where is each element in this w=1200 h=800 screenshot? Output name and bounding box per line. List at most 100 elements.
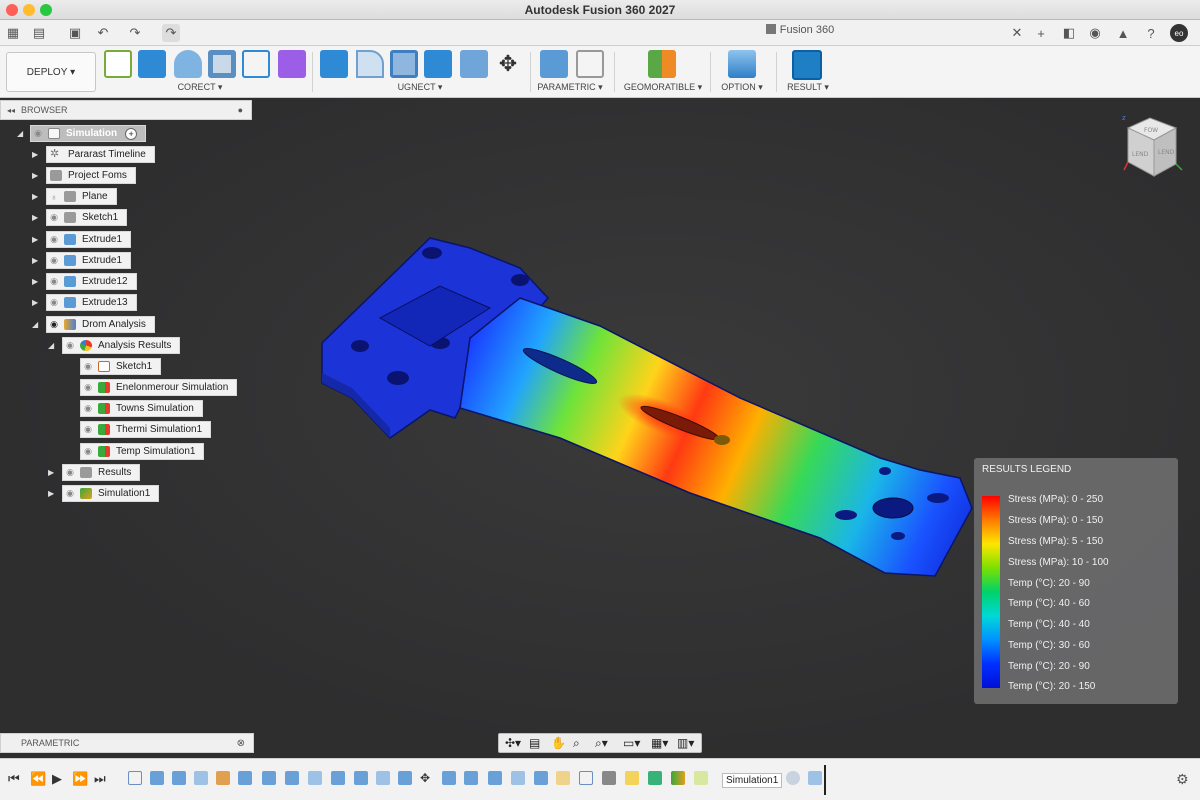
tree-item-extrude12[interactable]: ◉ Extrude12 (46, 273, 137, 290)
timeline-fillet-icon[interactable] (556, 771, 570, 785)
timeline-plane-icon[interactable] (534, 771, 548, 785)
rectangle-pattern-icon[interactable] (242, 50, 270, 78)
timeline-marker[interactable] (824, 765, 826, 795)
tree-item-analysis-sketch1[interactable]: ◉ Sketch1 (80, 358, 162, 375)
visibility-eye-icon[interactable]: ◉ (63, 488, 77, 499)
tree-item-drom-analysis[interactable]: ◉ Drom Analysis (46, 316, 155, 333)
parametric-joint-icon[interactable] (576, 50, 604, 78)
job-status-icon[interactable]: ◉ (1086, 24, 1104, 42)
tree-item-project-foms[interactable]: Project Foms (46, 167, 136, 184)
pan-hand-icon[interactable]: ✋ (551, 736, 566, 750)
lightbulb-icon[interactable]: ♁ (47, 192, 61, 202)
visibility-eye-icon[interactable]: ◉ (47, 319, 61, 330)
timeline-move-icon[interactable]: ✥ (420, 771, 434, 785)
visibility-eye-icon[interactable]: ◉ (81, 382, 95, 393)
collapse-arrow-icon[interactable]: ◢ (32, 320, 38, 329)
timeline-fillet-icon[interactable] (216, 771, 230, 785)
revolve-icon[interactable] (174, 50, 202, 78)
timeline-extrude-icon[interactable] (511, 771, 525, 785)
split-body-icon[interactable] (460, 50, 488, 78)
tree-item-extrude13[interactable]: ◉ Extrude13 (46, 294, 137, 311)
timeline-extrude-icon[interactable] (285, 771, 299, 785)
group-label-ugnect[interactable]: UGNECT ▾ (370, 82, 470, 93)
go-to-start-icon[interactable]: ⏮ (8, 771, 20, 787)
timeline-extrude-icon[interactable] (354, 771, 368, 785)
expand-arrow-icon[interactable]: ▶ (32, 150, 38, 159)
group-label-option[interactable]: OPTION ▾ (712, 82, 772, 93)
collapse-browser-icon[interactable]: ◂◂ (7, 106, 15, 115)
option-image-icon[interactable] (728, 50, 756, 78)
timeline-body-icon[interactable] (808, 771, 822, 785)
timeline-sketch-icon[interactable] (128, 771, 142, 785)
tree-item-sketch1[interactable]: ◉ Sketch1 (46, 209, 128, 226)
browser-panel-header[interactable]: ◂◂ BROWSER ● (0, 100, 252, 120)
expand-arrow-icon[interactable]: ▶ (32, 171, 38, 180)
visibility-eye-icon[interactable]: ◉ (81, 361, 95, 372)
save-icon[interactable]: ▣ (66, 24, 84, 42)
orbit-icon[interactable]: ✣▾ (505, 736, 521, 750)
tree-item-plane[interactable]: ♁ Plane (46, 188, 117, 205)
zoom-icon[interactable]: ⌕ (573, 736, 580, 751)
fillet-icon[interactable] (356, 50, 384, 78)
visibility-eye-icon[interactable]: ◉ (81, 424, 95, 435)
shell-icon[interactable] (390, 50, 418, 78)
timeline-split-icon[interactable] (442, 771, 456, 785)
group-label-result[interactable]: RESULT ▾ (778, 82, 838, 93)
profile-avatar[interactable]: eo (1170, 24, 1188, 42)
visibility-eye-icon[interactable]: ◉ (47, 255, 61, 266)
expand-arrow-icon[interactable]: ▶ (32, 213, 38, 222)
timeline-extrude-icon[interactable] (262, 771, 276, 785)
tree-item-temp-simulation1[interactable]: ◉ Temp Simulation1 (80, 443, 205, 460)
tree-item-extrude1[interactable]: ◉ Extrude1 (46, 231, 132, 248)
tree-item-simulation[interactable]: ◉ Simulation + (30, 125, 147, 142)
grid-settings-icon[interactable]: ▦▾ (651, 736, 668, 750)
timeline-extrude-icon[interactable] (238, 771, 252, 785)
timeline-simulation-icon[interactable] (671, 771, 685, 785)
group-label-parametric[interactable]: PARAMETRIC ▾ (530, 82, 610, 93)
visibility-eye-icon[interactable]: ◉ (63, 467, 77, 478)
group-label-corect[interactable]: CORECT ▾ (150, 82, 250, 93)
close-tab-icon[interactable]: ✕ (1008, 24, 1026, 42)
view-cube[interactable]: z FOW LEND LEND (1110, 112, 1190, 184)
redo-icon[interactable]: ↷ (126, 24, 144, 42)
step-back-icon[interactable]: ⏪ (30, 771, 46, 787)
tree-item-towns-simulation[interactable]: ◉ Towns Simulation (80, 400, 203, 417)
timeline-box-icon[interactable] (376, 771, 390, 785)
move-icon[interactable]: ✥ (494, 50, 522, 78)
visibility-eye-icon[interactable]: ◉ (47, 276, 61, 287)
deploy-workspace-dropdown[interactable]: DEPLOY ▾ (6, 52, 96, 92)
timeline-mesh-icon[interactable] (602, 771, 616, 785)
press-pull-icon[interactable] (320, 50, 348, 78)
undo-icon[interactable]: ↶ (94, 24, 112, 42)
tree-item-simulation1[interactable]: ◉ Simulation1 (62, 485, 160, 502)
expand-arrow-icon[interactable]: ▶ (48, 489, 54, 498)
play-icon[interactable]: ▶ (52, 771, 62, 787)
browser-options-icon[interactable]: ● (238, 105, 243, 115)
extensions-icon[interactable]: ◧ (1060, 24, 1078, 42)
timeline-shell-icon[interactable] (308, 771, 322, 785)
new-tab-icon[interactable]: + (1032, 24, 1050, 42)
timeline-combine-icon[interactable] (398, 771, 412, 785)
help-icon[interactable]: ? (1142, 24, 1160, 42)
visibility-eye-icon[interactable]: ◉ (31, 128, 45, 139)
timeline-extrude-icon[interactable] (172, 771, 186, 785)
visibility-eye-icon[interactable]: ◉ (47, 212, 61, 223)
viewports-icon[interactable]: ▥▾ (677, 736, 694, 750)
go-to-end-icon[interactable]: ⏭ (94, 771, 106, 787)
timeline-sketch-icon[interactable] (579, 771, 593, 785)
timeline-extrude-icon[interactable] (464, 771, 478, 785)
visibility-eye-icon[interactable]: ◉ (81, 403, 95, 414)
timeline-extrude-icon[interactable] (150, 771, 164, 785)
tree-item-thermi-simulation1[interactable]: ◉ Thermi Simulation1 (80, 421, 212, 438)
look-at-icon[interactable]: ▤ (529, 736, 540, 750)
collapse-arrow-icon[interactable]: ◢ (48, 341, 54, 350)
geometry-inspect-icon[interactable] (648, 50, 676, 78)
parametric-panel-header[interactable]: PARAMETRIC ⊗ (0, 733, 254, 753)
activate-radio-icon[interactable]: + (125, 127, 138, 140)
expand-arrow-icon[interactable]: ▶ (48, 468, 54, 477)
timeline-extrude-icon[interactable] (488, 771, 502, 785)
fit-zoom-icon[interactable]: ⌕▾ (595, 736, 608, 751)
visibility-eye-icon[interactable]: ◉ (47, 234, 61, 245)
timeline-joint-icon[interactable] (625, 771, 639, 785)
tree-item-extrude1-b[interactable]: ◉ Extrude1 (46, 252, 132, 269)
